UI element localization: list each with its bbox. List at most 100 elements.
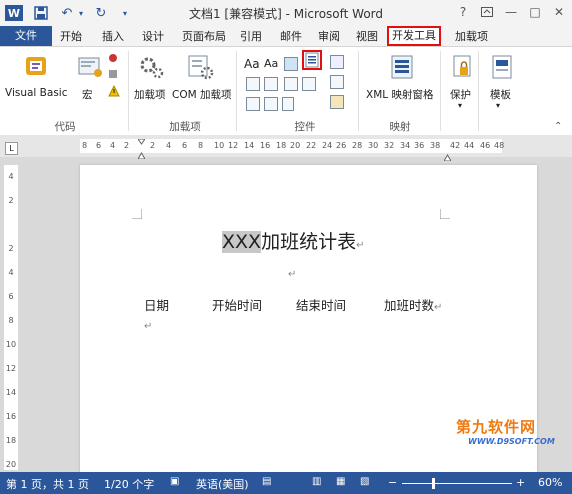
- header-end-time: 结束时间: [296, 298, 347, 313]
- tab-addins[interactable]: 加载项: [455, 29, 488, 45]
- ribbon-separator: [128, 51, 129, 131]
- ruler-number: 16: [260, 141, 271, 150]
- xml-mapping-button[interactable]: [388, 53, 416, 84]
- ruler-number: 34: [400, 141, 411, 150]
- com-addins-button[interactable]: [186, 53, 214, 84]
- protect-icon: [453, 55, 471, 77]
- help-button[interactable]: ?: [452, 2, 474, 22]
- macro-button[interactable]: [76, 53, 104, 84]
- right-indent-marker[interactable]: [443, 151, 452, 162]
- protect-button[interactable]: [448, 53, 476, 84]
- visual-basic-label: Visual Basic: [5, 87, 68, 99]
- ruler-number: 12: [228, 141, 239, 150]
- template-label: 模板: [490, 89, 511, 101]
- tab-page-layout[interactable]: 页面布局: [182, 29, 226, 45]
- macro-label: 宏: [82, 89, 93, 101]
- addins-button[interactable]: [138, 53, 166, 84]
- tab-file[interactable]: 文件: [0, 26, 52, 46]
- xml-mapping-label: XML 映射窗格: [366, 89, 434, 101]
- group-control-icon[interactable]: [330, 95, 344, 109]
- macro-icon: [78, 57, 102, 77]
- date-picker-control-icon[interactable]: [302, 77, 316, 91]
- header-date: 日期: [144, 298, 170, 313]
- zoom-slider-thumb[interactable]: [431, 478, 435, 489]
- properties-icon[interactable]: [330, 75, 344, 89]
- legacy-tools-highlight[interactable]: [302, 50, 322, 70]
- ruler-number: 48: [494, 141, 505, 150]
- web-layout-icon[interactable]: ▧: [360, 476, 369, 487]
- maximize-button[interactable]: □: [524, 2, 546, 22]
- vertical-ruler-number: 8: [8, 316, 14, 325]
- tab-references[interactable]: 引用: [240, 29, 262, 45]
- collapse-ribbon-icon[interactable]: ⌃: [554, 121, 562, 132]
- proofing-icon[interactable]: ▣: [170, 476, 179, 487]
- ruler-number: 20: [290, 141, 301, 150]
- ruler-number: 22: [306, 141, 317, 150]
- ruler-number: 44: [464, 141, 475, 150]
- tab-selector[interactable]: L: [5, 142, 18, 155]
- ruler-number: 2: [124, 141, 130, 150]
- ribbon-separator: [358, 51, 359, 131]
- vertical-ruler-number: 12: [5, 364, 17, 373]
- tab-view[interactable]: 视图: [356, 29, 378, 45]
- ribbon-tabs: 文件 开始 插入 设计 页面布局 引用 邮件 审阅 视图 开发工具 加载项: [0, 26, 572, 46]
- combobox-control-icon[interactable]: [264, 77, 278, 91]
- group-code-label: 代码: [54, 121, 76, 133]
- plain-text-control-icon[interactable]: Aa: [264, 57, 278, 70]
- document-title-line[interactable]: XXX加班统计表↵: [222, 227, 364, 254]
- tab-home[interactable]: 开始: [60, 29, 82, 45]
- vertical-ruler-number: 18: [5, 436, 17, 445]
- ribbon-separator: [236, 51, 237, 131]
- dropdown-control-icon[interactable]: [284, 77, 298, 91]
- template-icon: [492, 55, 512, 79]
- visual-basic-button[interactable]: [22, 53, 50, 84]
- ruler-number: 38: [430, 141, 441, 150]
- selected-text[interactable]: XXX: [222, 231, 262, 253]
- design-mode-icon[interactable]: [330, 55, 344, 69]
- tab-design[interactable]: 设计: [142, 29, 164, 45]
- building-block-control-icon[interactable]: [246, 97, 260, 111]
- ruler-number: 24: [322, 141, 333, 150]
- zoom-level[interactable]: 60%: [538, 476, 562, 489]
- tab-developer[interactable]: 开发工具: [387, 26, 441, 46]
- print-layout-icon[interactable]: ▦: [336, 476, 345, 487]
- tab-mailings[interactable]: 邮件: [280, 29, 302, 45]
- zoom-slider[interactable]: [402, 483, 512, 484]
- template-dropdown-icon[interactable]: ▾: [496, 101, 500, 110]
- language[interactable]: 英语(美国): [196, 476, 249, 492]
- status-bar: 第 1 页，共 1 页 1/20 个字 ▣ 英语(美国) ▤ ▥ ▦ ▧ − +…: [0, 472, 572, 494]
- zoom-out-button[interactable]: −: [388, 476, 397, 489]
- macro-security-icon[interactable]: [108, 84, 120, 97]
- page-count[interactable]: 第 1 页，共 1 页: [6, 476, 89, 492]
- rich-text-control-icon[interactable]: Aa: [244, 57, 260, 71]
- macro-record-status-icon[interactable]: ▤: [262, 476, 271, 487]
- ruler-number: 26: [336, 141, 347, 150]
- com-addins-icon: [188, 55, 214, 80]
- minimize-button[interactable]: —: [500, 2, 522, 22]
- zoom-in-button[interactable]: +: [516, 476, 525, 489]
- picture-control-icon[interactable]: [284, 57, 298, 71]
- legacy-forms-icon[interactable]: [282, 97, 294, 111]
- addins-label: 加载项: [134, 89, 166, 101]
- ribbon-display-button[interactable]: [476, 2, 498, 22]
- repeating-section-control-icon[interactable]: [264, 97, 278, 111]
- ruler-number: 28: [352, 141, 363, 150]
- tab-review[interactable]: 审阅: [318, 29, 340, 45]
- indent-marker[interactable]: [137, 138, 146, 160]
- word-count[interactable]: 1/20 个字: [104, 476, 154, 492]
- pause-recording-icon[interactable]: [108, 69, 118, 79]
- ruler-number: 46: [480, 141, 491, 150]
- ruler-number: 30: [368, 141, 379, 150]
- document-title: 加班统计表: [261, 231, 357, 253]
- watermark-url: WWW.D9SOFT.COM: [468, 437, 555, 446]
- vertical-ruler-number: 20: [5, 460, 17, 469]
- read-mode-icon[interactable]: ▥: [312, 476, 321, 487]
- record-macro-icon[interactable]: [108, 53, 118, 63]
- template-button[interactable]: [488, 53, 516, 84]
- xml-mapping-icon: [391, 55, 413, 79]
- ruler-number: 4: [110, 141, 116, 150]
- tab-insert[interactable]: 插入: [102, 29, 124, 45]
- checkbox-control-icon[interactable]: [246, 77, 260, 91]
- close-button[interactable]: ✕: [548, 2, 570, 22]
- protect-dropdown-icon[interactable]: ▾: [458, 101, 462, 110]
